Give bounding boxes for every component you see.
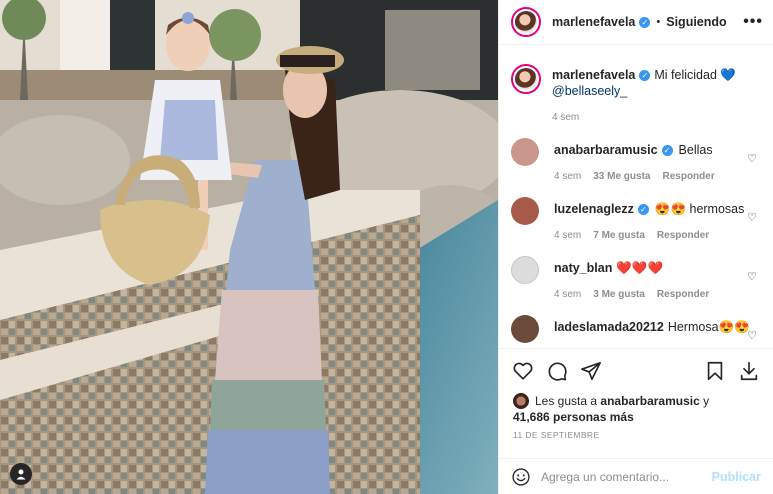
likes-summary: Les gusta a anabarbaramusic y 41,686 per… (513, 393, 761, 425)
liker-avatar[interactable] (513, 393, 529, 409)
bookmark-icon[interactable] (703, 359, 727, 383)
likes-joiner: y (703, 394, 710, 408)
comment-heart-icon[interactable]: ♡ (747, 211, 757, 224)
reply-button[interactable]: Responder (662, 171, 714, 182)
post-image[interactable] (0, 0, 498, 494)
comment-avatar[interactable] (511, 138, 539, 166)
user-tag-icon[interactable] (10, 463, 32, 485)
comment-username[interactable]: ladeslamada20212 (554, 320, 664, 334)
comment-avatar[interactable] (511, 315, 539, 343)
comment-avatar[interactable] (511, 256, 539, 284)
comment-text: Bellas (678, 143, 713, 157)
comment-item: ladeslamada20212 Hermosa😍😍 ♡ (511, 309, 761, 346)
separator-dot: • (656, 16, 661, 28)
caption-mention[interactable]: @bellaseely_ (552, 84, 627, 98)
comment-text: Hermosa😍😍 (667, 320, 750, 334)
caption-text: Mi felicidad 💙 (654, 68, 736, 82)
heart-icon[interactable] (511, 359, 535, 383)
comment-likes[interactable]: 7 Me gusta (593, 230, 645, 241)
caption-avatar[interactable] (511, 64, 541, 94)
likes-count[interactable]: 41,686 personas más (513, 410, 634, 424)
follow-status-button[interactable]: Siguiendo (666, 15, 726, 29)
comment-username[interactable]: naty_blan (554, 261, 612, 275)
post-header: marlenefavela ✓ • Siguiendo ••• (499, 0, 773, 45)
comment-heart-icon[interactable]: ♡ (747, 329, 757, 342)
share-icon[interactable] (579, 359, 603, 383)
verified-icon: ✓ (637, 204, 649, 215)
publish-button[interactable]: Publicar (712, 470, 761, 484)
emoji-icon[interactable] (511, 467, 531, 487)
post-date[interactable]: 11 DE SEPTIEMBRE (513, 430, 600, 440)
comment-text: 😍😍 hermosas (654, 202, 745, 216)
comments-list[interactable]: marlenefavela ✓ Mi felicidad 💙 @bellaseely… (499, 46, 773, 346)
caption-username[interactable]: marlenefavela (552, 68, 635, 82)
comment-username[interactable]: luzelenaglezz (554, 202, 634, 216)
comment-heart-icon[interactable]: ♡ (747, 152, 757, 165)
comment-time[interactable]: 4 sem (554, 171, 581, 182)
comment-avatar[interactable] (511, 197, 539, 225)
download-icon[interactable] (737, 359, 761, 383)
reply-button[interactable]: Responder (657, 230, 709, 241)
comment-time[interactable]: 4 sem (554, 230, 581, 241)
comment-item: luzelenaglezz ✓ 😍😍 hermosas 4 sem 7 Me gust… (511, 191, 761, 250)
post-sidebar: marlenefavela ✓ • Siguiendo ••• marlenef… (498, 0, 773, 494)
more-options-icon[interactable]: ••• (743, 13, 763, 31)
comment-username[interactable]: anabarbaramusic (554, 143, 658, 157)
add-comment-bar: Publicar (499, 458, 773, 494)
comment-icon[interactable] (545, 359, 569, 383)
comment-item: anabarbaramusic ✓ Bellas 4 sem 33 Me gusta R… (511, 132, 761, 191)
comment-heart-icon[interactable]: ♡ (747, 270, 757, 283)
author-username[interactable]: marlenefavela (552, 15, 635, 29)
author-avatar[interactable] (511, 7, 541, 37)
verified-icon: ✓ (639, 16, 651, 28)
comment-input[interactable] (541, 469, 712, 484)
liker-username[interactable]: anabarbaramusic (600, 394, 699, 408)
action-bar (499, 348, 773, 392)
verified-icon: ✓ (661, 145, 673, 156)
comment-likes[interactable]: 3 Me gusta (593, 289, 645, 300)
comment-time[interactable]: 4 sem (554, 289, 581, 300)
reply-button[interactable]: Responder (657, 289, 709, 300)
caption-time[interactable]: 4 sem (552, 112, 579, 123)
verified-icon: ✓ (639, 70, 651, 81)
likes-prefix: Les gusta a (535, 394, 598, 408)
caption: marlenefavela ✓ Mi felicidad 💙 @bellaseely… (511, 46, 761, 123)
comment-item: naty_blan ❤️❤️❤️ 4 sem 3 Me gusta Responder… (511, 250, 761, 309)
comment-text: ❤️❤️❤️ (616, 261, 664, 275)
comment-likes[interactable]: 33 Me gusta (593, 171, 650, 182)
post-photo (0, 0, 498, 494)
